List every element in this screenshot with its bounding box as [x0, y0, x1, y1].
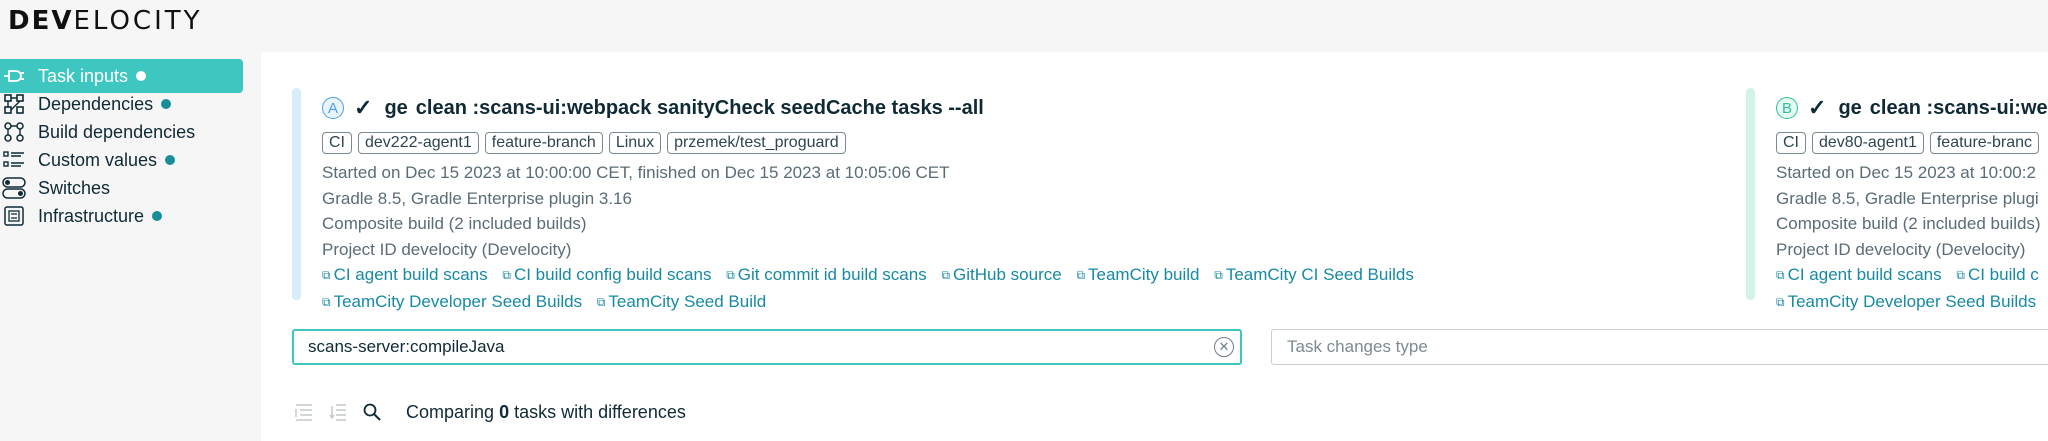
external-link[interactable]: ⧉ TeamCity Developer Seed Builds	[1776, 292, 2036, 311]
main-content: A ✓ ge clean :scans-ui:webpack sanityChec…	[261, 52, 2048, 441]
sidebar-item-label: Switches	[38, 177, 111, 198]
expand-all-icon[interactable]	[292, 400, 316, 424]
gradle-version: Gradle 8.5, Gradle Enterprise plugin 3.1…	[322, 188, 632, 208]
search-icon[interactable]	[360, 400, 384, 424]
external-link[interactable]: ⧉ Git commit id build scans	[726, 265, 927, 284]
external-link[interactable]: ⧉ CI agent build scans	[1776, 265, 1942, 284]
build-title[interactable]: ge clean :scans-ui:webpack sanityCheck se…	[384, 97, 983, 120]
tag[interactable]: feature-branch	[484, 132, 603, 154]
tag[interactable]: dev222-agent1	[358, 132, 479, 154]
external-link[interactable]: ⧉ CI build config build scans	[502, 265, 711, 284]
task-changes-type-select[interactable]: Task changes type	[1271, 329, 2048, 365]
changes-dot	[161, 99, 172, 109]
external-link-icon: ⧉	[726, 268, 735, 282]
composite-build: Composite build (2 included builds)	[1776, 214, 2041, 233]
tag[interactable]: przemek/test_proguard	[667, 132, 846, 154]
build-time: Started on Dec 15 2023 at 10:00:00 CET, …	[322, 163, 950, 182]
clear-icon[interactable]: ✕	[1214, 337, 1234, 357]
build-links-row-2: ⧉ TeamCity Developer Seed Builds	[1776, 289, 2048, 316]
collapse-all-icon[interactable]	[326, 400, 350, 424]
external-link[interactable]: ⧉ TeamCity CI Seed Builds	[1214, 265, 1414, 284]
external-link-icon: ⧉	[322, 268, 331, 282]
external-link-icon: ⧉	[1214, 268, 1223, 282]
build-card-a: A ✓ ge clean :scans-ui:webpack sanityChec…	[292, 88, 1414, 350]
task-search-value: scans-server:compileJava	[308, 337, 505, 356]
external-link-icon: ⧉	[1956, 268, 1965, 282]
build-title[interactable]: ge clean :scans-ui:web	[1838, 97, 2048, 120]
changes-dot	[152, 211, 163, 221]
build-tags: CI dev80-agent1 feature-branc	[1776, 129, 2048, 157]
sidebar-item-label: Dependencies	[38, 93, 154, 114]
tag[interactable]: feature-branc	[1929, 132, 2040, 154]
external-link[interactable]: ⧉ TeamCity Developer Seed Builds	[322, 292, 582, 311]
build-a-details: A ✓ ge clean :scans-ui:webpack sanityChec…	[322, 88, 1424, 315]
changes-dot	[165, 155, 176, 165]
external-link-icon: ⧉	[596, 294, 606, 309]
project-id: Project ID develocity (Develocity)	[1776, 239, 2026, 259]
sidebar-item-label: Custom values	[38, 149, 158, 170]
build-time: Started on Dec 15 2023 at 10:00:2	[1776, 163, 2036, 182]
tag[interactable]: CI	[322, 132, 352, 154]
tag[interactable]: Linux	[608, 132, 662, 154]
sidebar-item-infrastructure[interactable]: Infrastructure	[0, 199, 243, 233]
sidebar: Task inputs Dependencies Build dependenc…	[0, 52, 261, 441]
build-a-badge: A	[322, 97, 344, 119]
toggle-icon	[0, 177, 34, 199]
external-link[interactable]: ⧉ GitHub source	[941, 265, 1061, 284]
tag[interactable]: dev80-agent1	[1812, 132, 1924, 154]
build-b-indicator	[1746, 88, 1755, 300]
external-link[interactable]: ⧉ CI agent build scans	[322, 265, 488, 284]
sidebar-item-label: Build dependencies	[38, 121, 196, 142]
external-link[interactable]: ⧉ TeamCity Seed Build	[597, 292, 766, 311]
build-tags: CI dev222-agent1 feature-branch Linux pr…	[322, 129, 1424, 157]
gradle-version: Gradle 8.5, Gradle Enterprise plugi	[1776, 188, 2039, 208]
sidebar-item-label: Task inputs	[38, 65, 129, 86]
build-a-indicator	[292, 88, 301, 300]
comparison-summary: Comparing 0 tasks with differences	[292, 397, 686, 427]
build-dependencies-icon	[0, 121, 34, 143]
build-links: ⧉ CI agent build scans ⧉ CI build c	[1776, 262, 2048, 289]
plug-icon	[0, 66, 34, 86]
chip-icon	[0, 205, 34, 227]
success-check-icon: ✓	[354, 95, 373, 120]
project-id: Project ID develocity (Develocity)	[322, 239, 572, 259]
develocity-logo[interactable]: DEVELOCITY	[8, 6, 203, 36]
changes-dot	[136, 71, 147, 81]
external-link-icon: ⧉	[1776, 294, 1785, 309]
comparison-text: Comparing 0 tasks with differences	[406, 401, 686, 422]
external-link-icon: ⧉	[502, 268, 511, 282]
external-link-icon: ⧉	[941, 268, 951, 282]
success-check-icon: ✓	[1808, 95, 1827, 120]
external-link[interactable]: ⧉ CI build c	[1956, 265, 2038, 284]
build-links: ⧉ CI agent build scans ⧉ CI build config b…	[322, 262, 1424, 289]
external-link-icon: ⧉	[1076, 268, 1086, 282]
external-link-icon: ⧉	[1776, 268, 1785, 282]
external-link-icon: ⧉	[322, 294, 331, 309]
difference-count: 0	[499, 401, 510, 422]
dependencies-icon	[0, 93, 34, 115]
tag[interactable]: CI	[1776, 132, 1806, 154]
composite-build: Composite build (2 included builds)	[322, 214, 587, 233]
build-b-details: B ✓ ge clean :scans-ui:web CI dev80-agent…	[1776, 88, 2048, 315]
top-bar: DEVELOCITY	[0, 0, 2048, 52]
task-changes-type-placeholder: Task changes type	[1287, 337, 1428, 356]
sidebar-item-label: Infrastructure	[38, 205, 145, 226]
build-links-row-2: ⧉ TeamCity Developer Seed Builds ⧉ TeamCit…	[322, 289, 1424, 316]
task-search-input[interactable]: scans-server:compileJava ✕	[292, 329, 1242, 365]
external-link[interactable]: ⧉ TeamCity build	[1076, 265, 1199, 284]
list-icon	[0, 150, 34, 170]
build-b-badge: B	[1776, 97, 1798, 119]
build-card-b: B ✓ ge clean :scans-ui:web CI dev80-agent…	[1746, 88, 2048, 350]
